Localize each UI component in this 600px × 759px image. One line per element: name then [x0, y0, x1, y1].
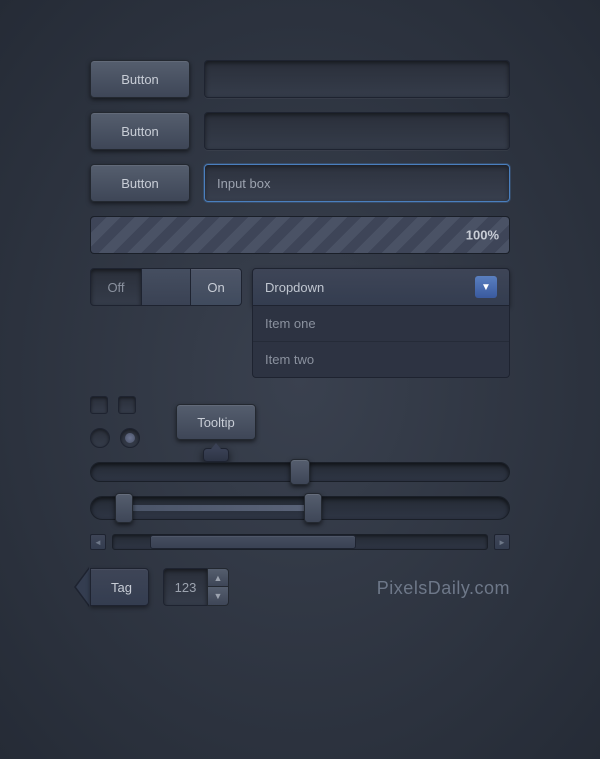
button-1[interactable]: Button — [90, 60, 190, 98]
number-down-button[interactable]: ▼ — [207, 587, 229, 606]
checks-radios-col — [90, 396, 140, 448]
dropdown-arrow-icon: ▼ — [475, 276, 497, 298]
button-2[interactable]: Button — [90, 112, 190, 150]
range-slider-fill — [124, 505, 312, 511]
checkbox-row — [90, 396, 140, 414]
range-slider-container[interactable] — [90, 496, 510, 520]
button-3[interactable]: Button — [90, 164, 190, 202]
progress-bar-container: 100% — [90, 216, 510, 254]
number-controls: ▲ ▼ — [207, 568, 229, 606]
toggle-dropdown-row: Off On Dropdown ▼ Item one Item two — [90, 268, 510, 378]
toggle-group: Off On — [90, 268, 242, 306]
text-input-3[interactable] — [205, 165, 509, 201]
brand-suffix: .com — [469, 578, 510, 598]
dropdown-wrapper: Dropdown ▼ Item one Item two — [252, 268, 510, 378]
radio-2[interactable] — [120, 428, 140, 448]
toggle-switch[interactable] — [142, 268, 190, 306]
tag-button[interactable]: Tag — [90, 568, 149, 606]
toggle-on-button[interactable]: On — [190, 268, 242, 306]
number-display: 123 — [163, 568, 207, 606]
button-input-row-1: Button — [90, 60, 510, 98]
checkbox-1[interactable] — [90, 396, 108, 414]
scrollbar-row: ◄ ► — [90, 534, 510, 550]
button-input-row-3: Button — [90, 164, 510, 202]
radio-1[interactable] — [90, 428, 110, 448]
brand-text: PixelsDaily.com — [243, 574, 510, 600]
tooltip-button[interactable]: Tooltip — [176, 404, 256, 440]
text-input-1[interactable] — [205, 61, 509, 97]
bottom-row: Tag 123 ▲ ▼ PixelsDaily.com — [90, 568, 510, 606]
input-field-2[interactable] — [204, 112, 510, 150]
input-field-1[interactable] — [204, 60, 510, 98]
slider-row-2 — [90, 496, 510, 520]
tooltip-wrapper: Tooltip — [176, 404, 256, 440]
input-field-3[interactable] — [204, 164, 510, 202]
slider-thumb-1[interactable] — [290, 459, 310, 485]
range-slider-thumb-right[interactable] — [304, 493, 322, 523]
button-input-row-2: Button — [90, 112, 510, 150]
number-up-button[interactable]: ▲ — [207, 568, 229, 587]
number-input: 123 ▲ ▼ — [163, 568, 229, 606]
progress-fill — [91, 217, 509, 253]
dropdown-item-1[interactable]: Item one — [253, 306, 509, 342]
progress-bar-row: 100% — [90, 216, 510, 254]
scroll-right-arrow[interactable]: ► — [494, 534, 510, 550]
progress-label: 100% — [466, 228, 499, 243]
scroll-handle[interactable] — [150, 535, 356, 549]
slider-track-1[interactable] — [90, 462, 510, 482]
dropdown-label: Dropdown — [265, 280, 324, 295]
text-input-2[interactable] — [205, 113, 509, 149]
dropdown-header[interactable]: Dropdown ▼ — [252, 268, 510, 306]
checks-tooltip-row: Tooltip — [90, 396, 510, 448]
checkbox-2[interactable] — [118, 396, 136, 414]
toggle-off-button[interactable]: Off — [90, 268, 142, 306]
dropdown-item-2[interactable]: Item two — [253, 342, 509, 377]
brand-name: PixelsDaily — [377, 578, 469, 598]
scroll-track[interactable] — [112, 534, 488, 550]
dropdown-list: Item one Item two — [252, 306, 510, 378]
range-slider-thumb-left[interactable] — [115, 493, 133, 523]
scroll-left-arrow[interactable]: ◄ — [90, 534, 106, 550]
tooltip-bubble — [203, 448, 229, 462]
tag-arrow — [76, 568, 90, 606]
radio-group — [90, 428, 140, 448]
slider-row-1 — [90, 462, 510, 482]
